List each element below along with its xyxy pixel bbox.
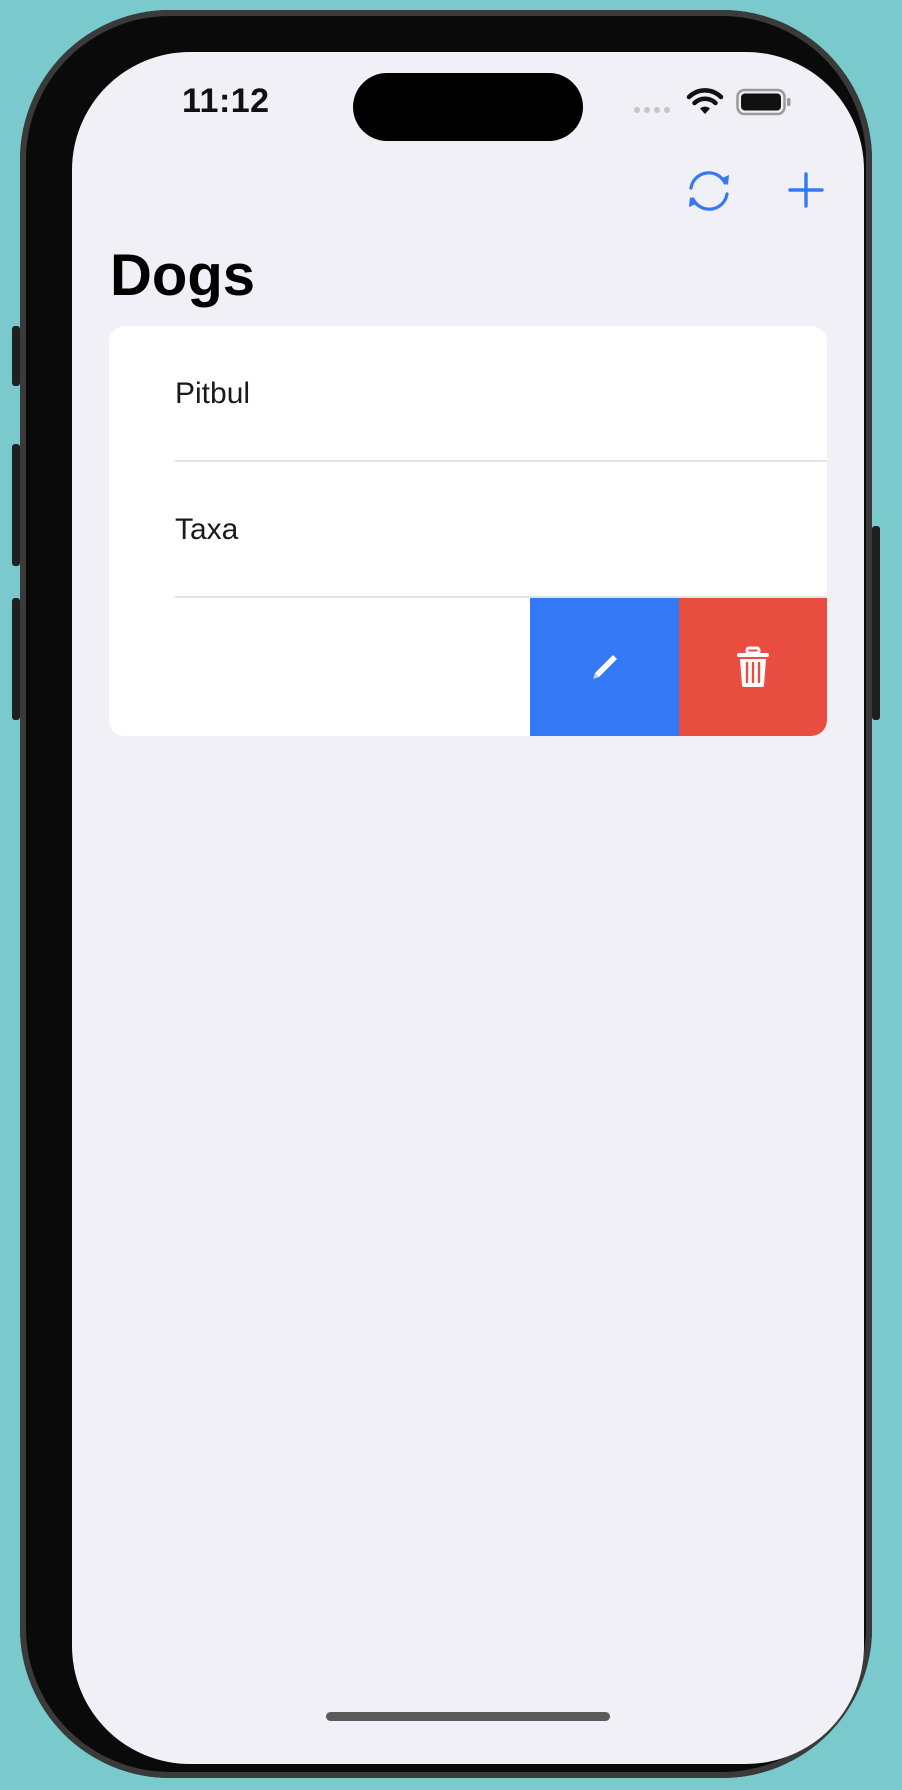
status-time: 11:12 xyxy=(182,82,270,120)
battery-icon xyxy=(736,88,791,116)
cellular-signal-icon xyxy=(634,107,670,113)
list-item-label: Pitbul xyxy=(175,377,251,410)
page-title: Dogs xyxy=(110,243,255,308)
add-button[interactable] xyxy=(784,168,828,212)
volume-down-button xyxy=(12,598,20,720)
trash-icon xyxy=(737,646,769,687)
list-item[interactable]: Taxa xyxy=(109,462,827,598)
dogs-list: Pitbul Taxa xyxy=(109,326,827,736)
phone-frame: 11:12 Dogs Pitbul Taxa xyxy=(20,10,872,1778)
action-button xyxy=(12,326,20,386)
volume-up-button xyxy=(12,444,20,566)
screen: 11:12 Dogs Pitbul Taxa xyxy=(72,52,864,1764)
list-item[interactable]: Pitbul xyxy=(109,326,827,462)
pencil-icon xyxy=(592,655,617,679)
wifi-icon xyxy=(686,88,724,114)
sync-button[interactable] xyxy=(684,166,734,216)
dynamic-island xyxy=(353,73,583,141)
delete-swipe-button[interactable] xyxy=(679,598,827,736)
list-item-label: Taxa xyxy=(175,513,239,546)
power-button xyxy=(872,526,880,720)
edit-swipe-button[interactable] xyxy=(530,598,679,736)
home-indicator[interactable] xyxy=(326,1712,610,1721)
